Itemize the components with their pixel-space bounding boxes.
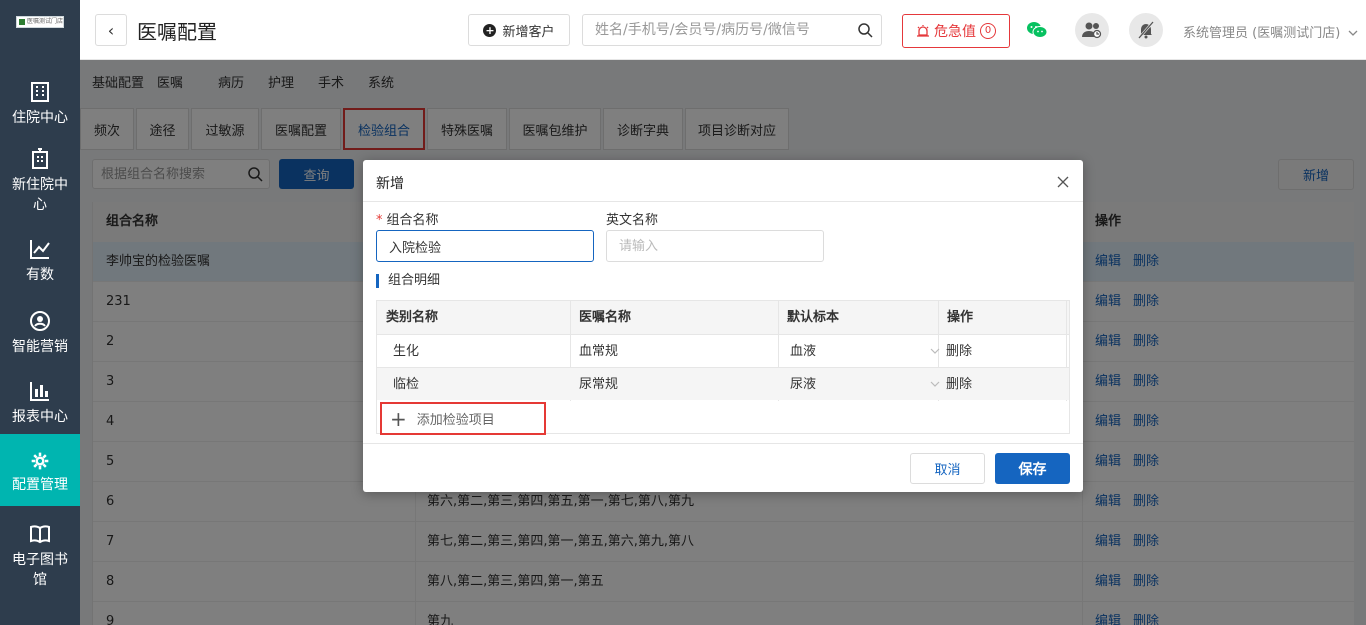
page-title: 医嘱配置: [137, 20, 217, 44]
add-lab-item-button[interactable]: + 添加检验项目: [380, 402, 546, 435]
sidebar-item-marketing[interactable]: 智能营销: [0, 309, 80, 357]
team-icon: [1082, 22, 1102, 39]
chevron-left-icon: ‹: [107, 20, 115, 40]
sidebar: 医嘱测试门店 住院中心 新住院中心 有数 智能营销 报表中心 配置管理 电子图书…: [0, 0, 80, 625]
add-customer-label: 新增客户: [502, 24, 555, 40]
user-name: 系统管理员 (医嘱测试门店): [1183, 26, 1341, 41]
chevron-down-icon: [1348, 30, 1358, 36]
sidebar-item-label: 配置管理: [12, 477, 68, 493]
mute-notifications-button[interactable]: [1129, 13, 1163, 47]
back-button[interactable]: ‹: [95, 14, 127, 46]
building-icon: [32, 148, 48, 169]
team-button[interactable]: [1075, 13, 1109, 47]
required-mark: *: [376, 213, 383, 228]
sidebar-item-config[interactable]: 配置管理: [0, 434, 80, 506]
combo-name-input[interactable]: [376, 230, 594, 262]
critical-value-count: 0: [980, 23, 996, 39]
global-search-input[interactable]: [583, 15, 843, 45]
bell-off-icon: [1138, 21, 1154, 39]
global-search: [582, 14, 882, 46]
logo: 医嘱测试门店: [16, 16, 64, 28]
wechat-icon[interactable]: [1026, 20, 1048, 40]
logo-mark: [19, 19, 25, 25]
add-lab-item-label: 添加检验项目: [416, 413, 495, 428]
column-header-specimen: 默认标本: [787, 310, 840, 325]
combo-name-label-text: 组合名称: [386, 213, 439, 228]
specimen-value: 尿液: [790, 377, 817, 392]
combo-name-label: * 组合名称: [376, 209, 439, 228]
sidebar-item-label: 住院中心: [12, 110, 68, 126]
close-icon[interactable]: [1057, 176, 1069, 188]
critical-value-label: 危急值: [934, 24, 976, 40]
column-header-actions: 操作: [947, 310, 974, 325]
modal-title: 新增: [376, 176, 404, 192]
new-combo-modal: 新增 *组合名称 英文名称 组合明细 类别名称 医嘱名称 默认标本 操作 生化 …: [363, 160, 1083, 492]
delete-link[interactable]: 删除: [946, 335, 972, 368]
sidebar-item-label: 电子图书馆: [12, 552, 68, 588]
critical-value-button[interactable]: 危急值 0: [902, 14, 1010, 48]
sidebar-item-label: 有数: [26, 267, 54, 283]
detail-table: 类别名称 医嘱名称 默认标本 操作 生化 血常规 血液 删除 临检 尿常规 尿液…: [376, 300, 1070, 435]
chevron-down-icon: [930, 348, 940, 354]
english-name-input[interactable]: [606, 230, 824, 262]
sidebar-item-data[interactable]: 有数: [0, 237, 80, 285]
add-customer-button[interactable]: + 新增客户: [468, 14, 570, 46]
category-cell: 临检: [393, 377, 420, 392]
header: ‹ 医嘱配置 + 新增客户 危急值 0 系统管理员 (医嘱测试门店): [80, 0, 1366, 60]
trend-icon: [30, 240, 50, 259]
chevron-down-icon: [930, 381, 940, 387]
order-cell: 血常规: [579, 344, 619, 359]
detail-row: 临检 尿常规 尿液 删除: [377, 367, 1069, 400]
hospital-icon: [31, 82, 49, 102]
specimen-value: 血液: [790, 344, 817, 359]
order-cell: 尿常规: [579, 377, 619, 392]
delete-link[interactable]: 删除: [946, 368, 972, 401]
category-cell: 生化: [393, 344, 420, 359]
modal-header-divider: [363, 201, 1083, 202]
sidebar-item-library[interactable]: 电子图书馆: [0, 522, 80, 590]
modal-footer-divider: [363, 443, 1083, 444]
marketing-icon: [30, 311, 50, 331]
sidebar-item-reports[interactable]: 报表中心: [0, 379, 80, 427]
sidebar-item-label: 智能营销: [12, 339, 68, 355]
search-icon[interactable]: [857, 22, 873, 38]
specimen-select[interactable]: 血液: [790, 338, 940, 365]
book-icon: [30, 525, 50, 544]
section-title: 组合明细: [376, 274, 440, 288]
column-header-category: 类别名称: [386, 310, 439, 325]
logo-text: 医嘱测试门店: [27, 18, 64, 25]
gear-icon: [31, 452, 49, 470]
sidebar-item-inpatient[interactable]: 住院中心: [0, 80, 80, 128]
sidebar-item-new-inpatient[interactable]: 新住院中心: [0, 147, 80, 215]
detail-row: 生化 血常规 血液 删除: [377, 334, 1069, 367]
user-menu[interactable]: 系统管理员 (医嘱测试门店): [1183, 22, 1358, 41]
english-name-label: 英文名称: [606, 213, 659, 228]
sidebar-item-label: 新住院中心: [12, 177, 68, 213]
sidebar-item-label: 报表中心: [12, 409, 68, 425]
plus-circle-icon: +: [483, 23, 497, 37]
cancel-button[interactable]: 取消: [910, 453, 985, 484]
specimen-select[interactable]: 尿液: [790, 371, 940, 398]
plus-icon: +: [390, 406, 407, 431]
bar-chart-icon: [30, 382, 49, 401]
save-button[interactable]: 保存: [995, 453, 1070, 484]
alarm-icon: [917, 25, 929, 37]
column-header-order: 医嘱名称: [579, 310, 632, 325]
